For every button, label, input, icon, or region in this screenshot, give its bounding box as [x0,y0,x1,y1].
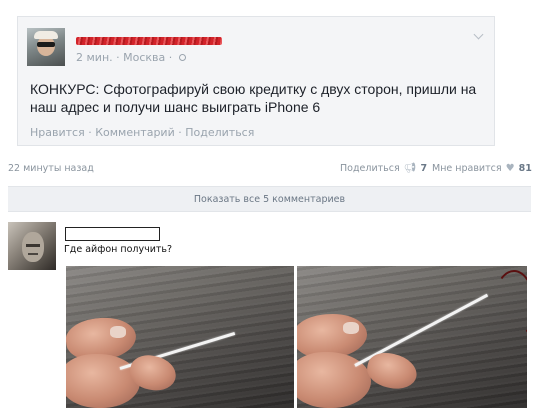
like-link[interactable]: Нравится [30,126,85,139]
like-counter[interactable]: Мне нравится ♥ 81 [432,163,532,174]
megaphone-icon: 📢︎ [403,163,417,174]
post-location[interactable]: Москва [123,51,165,64]
fingernail-shape [110,326,126,338]
wall-post-meta: 22 минуты назад Поделиться 📢︎ 7 Мне нрав… [8,163,540,177]
fingernail-shape [343,322,359,334]
avatar-mouth [28,253,38,255]
redacted-author-name [76,37,222,45]
posted-ago[interactable]: 22 минуты назад [8,163,94,174]
hand-shape [66,354,140,408]
thumb-shape [364,349,420,393]
show-all-comments-button[interactable]: Показать все 5 комментариев [8,186,531,212]
post-actions: Нравится · Комментарий · Поделиться [30,126,254,139]
action-separator: · [88,126,92,139]
comment-photo-card-back[interactable] [297,266,527,408]
action-separator: · [178,126,182,139]
avatar-face [22,232,44,262]
chevron-down-icon[interactable] [473,29,484,40]
commenter-avatar[interactable] [8,222,56,270]
meta-separator: · [116,51,120,64]
post-meta: 2 мин. · Москва · [76,51,186,64]
like-label: Мне нравится [432,163,502,174]
share-count: 7 [420,163,428,174]
meta-separator: · [168,51,173,64]
avatar-eyes [26,244,40,247]
share-link[interactable]: Поделиться [185,126,254,139]
avatar-sunglasses [37,42,55,47]
redacted-commenter-name [65,227,160,241]
share-label: Поделиться [340,163,400,174]
like-count: 81 [518,163,532,174]
share-counter[interactable]: Поделиться 📢︎ 7 [340,163,427,174]
post-author-avatar[interactable] [27,28,65,66]
avatar-hat [34,31,58,39]
comment-photo-card-front[interactable] [66,266,294,408]
post-time[interactable]: 2 мин. [76,51,113,64]
cable-shape [493,270,527,340]
shared-post-card: 2 мин. · Москва · КОНКУРС: Сфотографируй… [17,16,495,146]
globe-icon [178,54,186,61]
heart-icon: ♥ [505,163,515,174]
comment-text: Где айфон получить? [64,244,173,255]
post-text: КОНКУРС: Сфотографируй свою кредитку с д… [30,81,477,115]
comment-link[interactable]: Комментарий [95,126,175,139]
